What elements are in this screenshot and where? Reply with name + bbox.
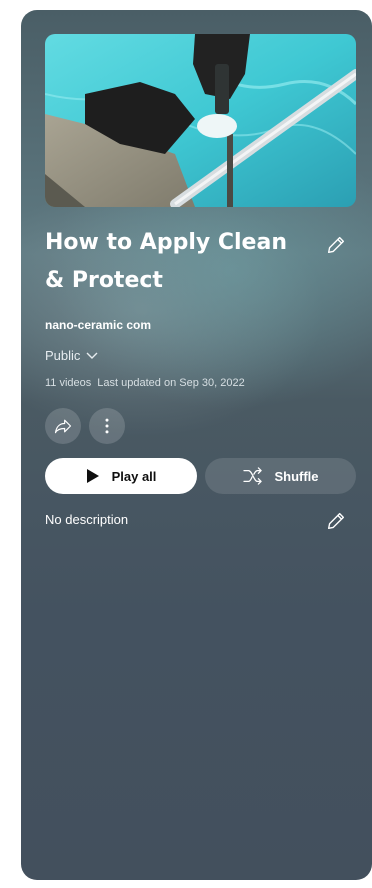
playlist-description: No description	[45, 512, 129, 527]
share-icon	[54, 419, 72, 434]
privacy-dropdown[interactable]: Public	[45, 348, 98, 363]
playlist-header-panel: How to Apply Clean & Protect nano-cerami…	[21, 10, 372, 880]
shuffle-icon	[243, 467, 263, 485]
play-all-label: Play all	[111, 468, 157, 484]
playlist-thumbnail[interactable]	[45, 34, 356, 207]
edit-title-pencil-icon[interactable]	[325, 234, 347, 256]
play-all-button[interactable]: Play all	[45, 458, 197, 494]
more-vert-icon	[105, 418, 109, 434]
more-actions-button[interactable]	[89, 408, 125, 444]
edit-description-pencil-icon[interactable]	[325, 510, 347, 532]
privacy-label: Public	[45, 348, 81, 363]
video-count: 11 videos	[45, 377, 92, 389]
playlist-title: How to Apply Clean & Protect	[45, 230, 287, 293]
playlist-stats: 11 videos Last updated on Sep 30, 2022	[45, 377, 245, 389]
last-updated: Last updated on Sep 30, 2022	[97, 377, 245, 389]
share-button[interactable]	[45, 408, 81, 444]
chevron-down-icon	[86, 352, 98, 359]
pencil-icon	[327, 236, 345, 254]
shuffle-button[interactable]: Shuffle	[205, 458, 356, 494]
play-icon	[86, 469, 99, 483]
pencil-icon	[327, 512, 345, 530]
shuffle-label: Shuffle	[274, 468, 319, 484]
thumbnail-image	[45, 34, 356, 207]
playlist-owner[interactable]: nano-ceramic com	[45, 318, 151, 332]
